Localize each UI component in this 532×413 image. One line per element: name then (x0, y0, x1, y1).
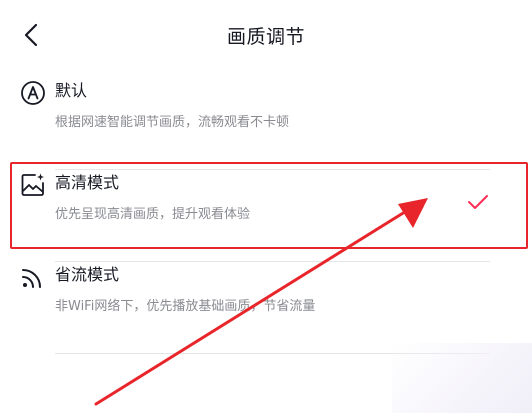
quality-option-hd[interactable]: 高清模式 优先呈现高清画质，提升观看体验 (20, 170, 490, 262)
option-description: 优先呈现高清画质，提升观看体验 (55, 207, 251, 222)
quality-option-default[interactable]: 默认 根据网速智能调节画质，流畅观看不卡顿 (20, 78, 490, 170)
auto-a-icon (20, 80, 46, 106)
option-description: 根据网速智能调节画质，流畅观看不卡顿 (55, 115, 290, 130)
option-label: 高清模式 (55, 173, 120, 192)
quality-option-data-saver[interactable]: 省流模式 非WiFi网络下，优先播放基础画质，节省流量 (20, 262, 490, 354)
page-title: 画质调节 (226, 26, 305, 48)
status-bar-remnant (96, 0, 126, 4)
option-label: 默认 (55, 81, 88, 100)
header: 画质调节 (0, 14, 532, 56)
checkmark-icon (466, 190, 490, 214)
hd-image-icon (20, 172, 46, 198)
divider (55, 353, 490, 354)
option-description: 非WiFi网络下，优先播放基础画质，节省流量 (55, 299, 316, 314)
signal-icon (20, 264, 46, 290)
option-label: 省流模式 (55, 265, 120, 284)
